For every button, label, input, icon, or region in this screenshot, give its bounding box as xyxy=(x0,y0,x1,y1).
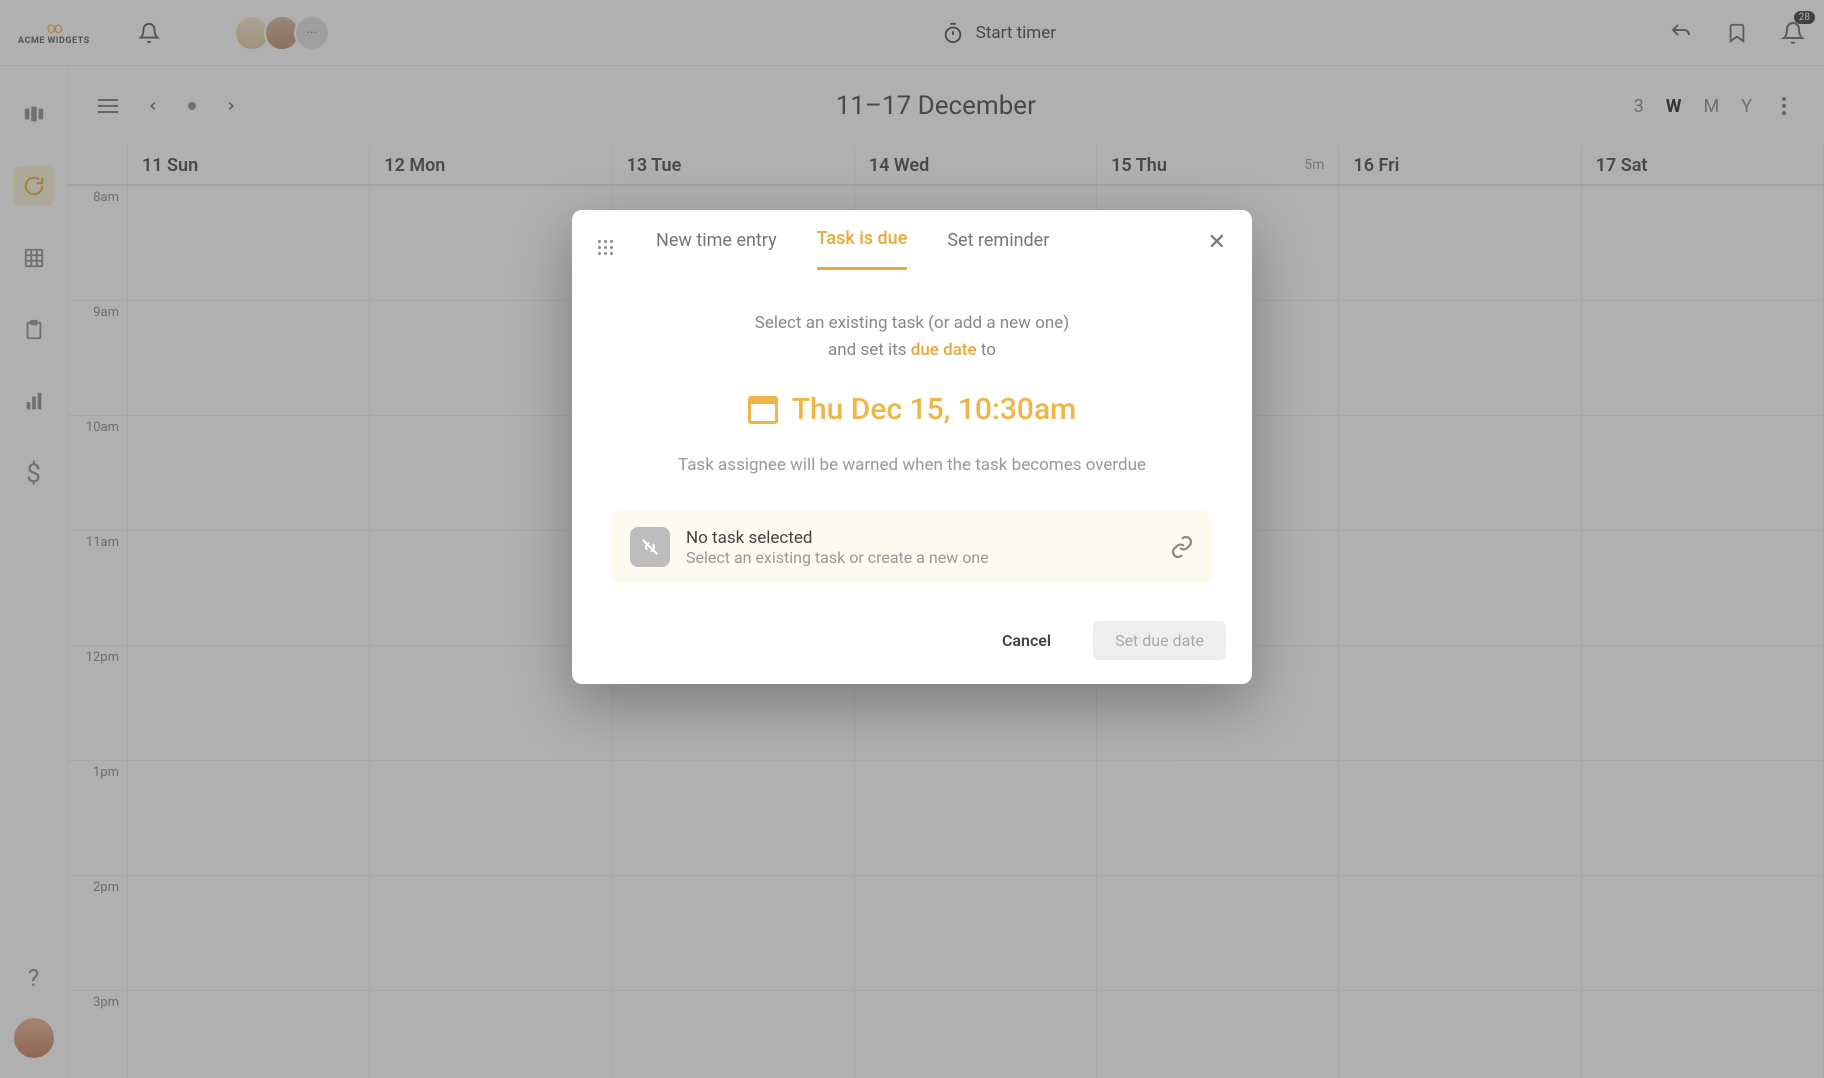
link-icon xyxy=(1170,535,1194,559)
modal-overlay[interactable]: New time entry Task is due Set reminder … xyxy=(0,0,1824,1078)
modal-lead-text: Select an existing task (or add a new on… xyxy=(612,310,1212,364)
task-due-modal: New time entry Task is due Set reminder … xyxy=(572,210,1252,684)
task-selector[interactable]: No task selected Select an existing task… xyxy=(612,511,1212,583)
tab-set-reminder[interactable]: Set reminder xyxy=(947,230,1049,269)
link-off-icon xyxy=(630,527,670,567)
due-date-display[interactable]: Thu Dec 15, 10:30am xyxy=(612,392,1212,427)
cancel-button[interactable]: Cancel xyxy=(980,621,1073,660)
drag-handle-icon[interactable] xyxy=(598,240,616,258)
tab-task-is-due[interactable]: Task is due xyxy=(817,228,908,270)
calendar-icon xyxy=(748,396,778,424)
task-selector-subtitle: Select an existing task or create a new … xyxy=(686,548,1154,567)
due-date-value: Thu Dec 15, 10:30am xyxy=(792,392,1077,427)
set-due-date-button[interactable]: Set due date xyxy=(1093,621,1226,660)
tab-new-time-entry[interactable]: New time entry xyxy=(656,230,777,269)
overdue-warning: Task assignee will be warned when the ta… xyxy=(612,455,1212,475)
close-icon[interactable]: ✕ xyxy=(1208,230,1226,255)
task-selector-title: No task selected xyxy=(686,528,1154,548)
